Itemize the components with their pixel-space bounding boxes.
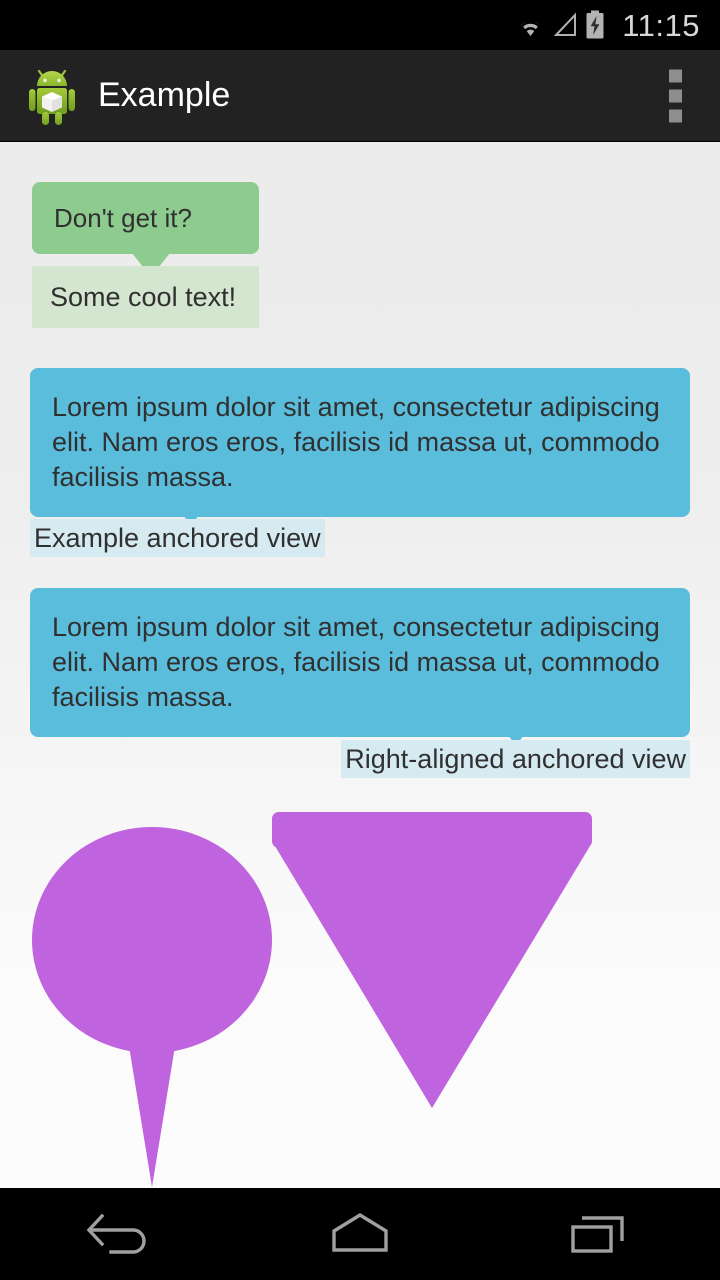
purple-oval-bubble[interactable] [32,812,282,1188]
battery-charging-icon [586,10,604,39]
status-icon-group: 11:15 [515,10,700,41]
status-bar: 11:15 [0,0,720,50]
status-clock: 11:15 [622,7,700,43]
wifi-icon [517,14,545,36]
overflow-dot [669,89,682,102]
recents-icon [571,1216,624,1253]
action-bar: Example [0,50,720,142]
back-icon [86,1213,146,1254]
android-robot-icon [29,69,75,125]
purple-oval-shape [32,827,272,1187]
blue-bubble-two-text: Lorem ipsum dolor sit amet, consectetur … [52,612,660,712]
content-area: Don't get it? Some cool text! Lorem ipsu… [0,142,720,1188]
overflow-dot [669,109,682,122]
green-bubble-text: Don't get it? [54,202,192,233]
purple-arrow-shape [272,812,592,1108]
anchored-view-example-label: Example anchored view [34,522,321,553]
green-tooltip-bubble[interactable]: Don't get it? [32,182,259,277]
blue-bubble-two-body: Lorem ipsum dolor sit amet, consectetur … [30,588,690,737]
home-icon [332,1213,388,1252]
signal-icon [553,12,577,36]
green-bubble-body: Don't get it? [32,182,259,254]
page-title: Example [98,76,231,114]
blue-bubble-one-text: Lorem ipsum dolor sit amet, consectetur … [52,392,660,492]
recents-button[interactable] [540,1188,660,1280]
purple-arrow-bubble[interactable] [272,812,594,1117]
device-screen: 11:15 Example Don't get it? Some cool te… [0,0,720,1280]
back-button[interactable] [60,1188,180,1280]
anchored-view-label: Some cool text! [50,281,237,312]
blue-bubble-one-body: Lorem ipsum dolor sit amet, consectetur … [30,368,690,517]
anchored-view-right-aligned[interactable]: Right-aligned anchored view [341,740,690,778]
overflow-dot [669,69,682,82]
anchored-view-some-cool-text[interactable]: Some cool text! [32,266,259,328]
overflow-menu-icon[interactable] [669,69,682,122]
home-button[interactable] [300,1188,420,1280]
blue-tooltip-bubble-one[interactable]: Lorem ipsum dolor sit amet, consectetur … [30,368,690,525]
anchored-view-right-aligned-label: Right-aligned anchored view [345,743,686,774]
navigation-bar [0,1188,720,1280]
blue-tooltip-bubble-two[interactable]: Lorem ipsum dolor sit amet, consectetur … [30,588,690,745]
anchored-view-example[interactable]: Example anchored view [30,519,325,557]
